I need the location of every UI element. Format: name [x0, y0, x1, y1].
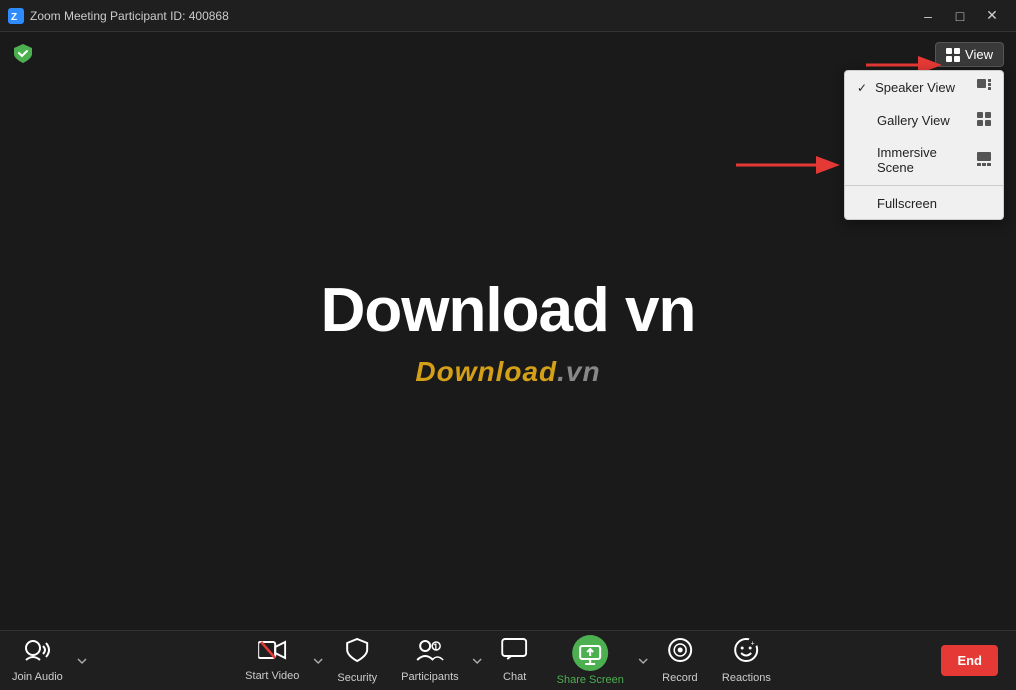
- toolbar-right: End: [941, 645, 1006, 676]
- titlebar: Z Zoom Meeting Participant ID: 400868 – …: [0, 0, 1016, 32]
- check-icon: ✓: [857, 81, 867, 95]
- immersive-scene-label: Immersive Scene: [877, 145, 977, 175]
- speaker-view-label: Speaker View: [875, 80, 955, 95]
- join-audio-chevron[interactable]: [75, 652, 89, 670]
- end-button[interactable]: End: [941, 645, 998, 676]
- share-screen-icon: [572, 635, 608, 671]
- join-audio-icon: [23, 638, 51, 668]
- start-video-chevron[interactable]: [311, 652, 325, 670]
- start-video-icon: [258, 639, 286, 667]
- share-screen-group: Share Screen: [545, 631, 650, 690]
- start-video-button[interactable]: Start Video: [233, 635, 311, 686]
- watermark-text: Download: [415, 356, 557, 387]
- dropdown-separator: [845, 185, 1003, 186]
- close-button[interactable]: ✕: [976, 0, 1008, 32]
- gallery-view-icon: [977, 112, 991, 129]
- start-video-group: Start Video: [233, 635, 325, 686]
- dropdown-item-speaker[interactable]: ✓ Speaker View: [845, 71, 1003, 104]
- dropdown-item-fullscreen[interactable]: Fullscreen: [845, 188, 1003, 219]
- titlebar-left: Z Zoom Meeting Participant ID: 400868: [8, 8, 229, 24]
- security-button[interactable]: Security: [325, 633, 389, 688]
- record-button[interactable]: Record: [650, 633, 710, 688]
- watermark: Download.vn: [321, 356, 696, 388]
- record-icon: [667, 637, 693, 669]
- reactions-label: Reactions: [722, 672, 771, 684]
- zoom-icon: Z: [8, 8, 24, 24]
- dropdown-item-immersive[interactable]: Immersive Scene: [845, 137, 1003, 183]
- dropdown-item-gallery[interactable]: Gallery View: [845, 104, 1003, 137]
- toolbar-center: Start Video Security: [233, 631, 783, 690]
- chat-icon: [502, 638, 528, 668]
- watermark-suffix: .vn: [557, 356, 600, 387]
- join-audio-label: Join Audio: [12, 671, 63, 683]
- shield-icon-container: [12, 42, 34, 70]
- participants-group: 1 Participants: [389, 634, 484, 687]
- start-video-label: Start Video: [245, 670, 299, 682]
- arrow2: [726, 150, 846, 185]
- participants-button[interactable]: 1 Participants: [389, 634, 470, 687]
- chat-button[interactable]: Chat: [485, 634, 545, 687]
- participants-label: Participants: [401, 671, 458, 683]
- immersive-scene-icon: [977, 152, 991, 169]
- toolbar: Join Audio Start Video: [0, 630, 1016, 690]
- reactions-icon: +: [733, 637, 759, 669]
- main-content: View ✓ Speaker Vi: [0, 32, 1016, 630]
- join-audio-group: Join Audio: [0, 634, 89, 687]
- reactions-button[interactable]: + Reactions: [710, 633, 783, 688]
- svg-text:Z: Z: [11, 12, 17, 23]
- gallery-view-label: Gallery View: [877, 113, 950, 128]
- participants-chevron[interactable]: [471, 652, 485, 670]
- fullscreen-label: Fullscreen: [877, 196, 937, 211]
- share-screen-button[interactable]: Share Screen: [545, 631, 636, 690]
- share-screen-chevron[interactable]: [636, 652, 650, 670]
- view-button-label: View: [965, 47, 993, 62]
- shield-icon: [12, 47, 34, 69]
- svg-text:1: 1: [433, 642, 438, 652]
- center-text: Download vn Download.vn: [321, 275, 696, 388]
- security-icon: [345, 637, 369, 669]
- view-dropdown: ✓ Speaker View Gallery View: [844, 70, 1004, 220]
- minimize-button[interactable]: –: [912, 0, 944, 32]
- share-screen-label: Share Screen: [557, 674, 624, 686]
- record-label: Record: [662, 672, 697, 684]
- participants-icon: 1: [415, 638, 445, 668]
- titlebar-controls: – □ ✕: [912, 0, 1008, 32]
- big-title: Download vn: [321, 275, 696, 346]
- speaker-view-icon: [977, 79, 991, 96]
- join-audio-button[interactable]: Join Audio: [0, 634, 75, 687]
- security-label: Security: [337, 672, 377, 684]
- svg-text:+: +: [751, 641, 755, 648]
- titlebar-title: Zoom Meeting Participant ID: 400868: [30, 9, 229, 23]
- maximize-button[interactable]: □: [944, 0, 976, 32]
- chat-label: Chat: [503, 671, 526, 683]
